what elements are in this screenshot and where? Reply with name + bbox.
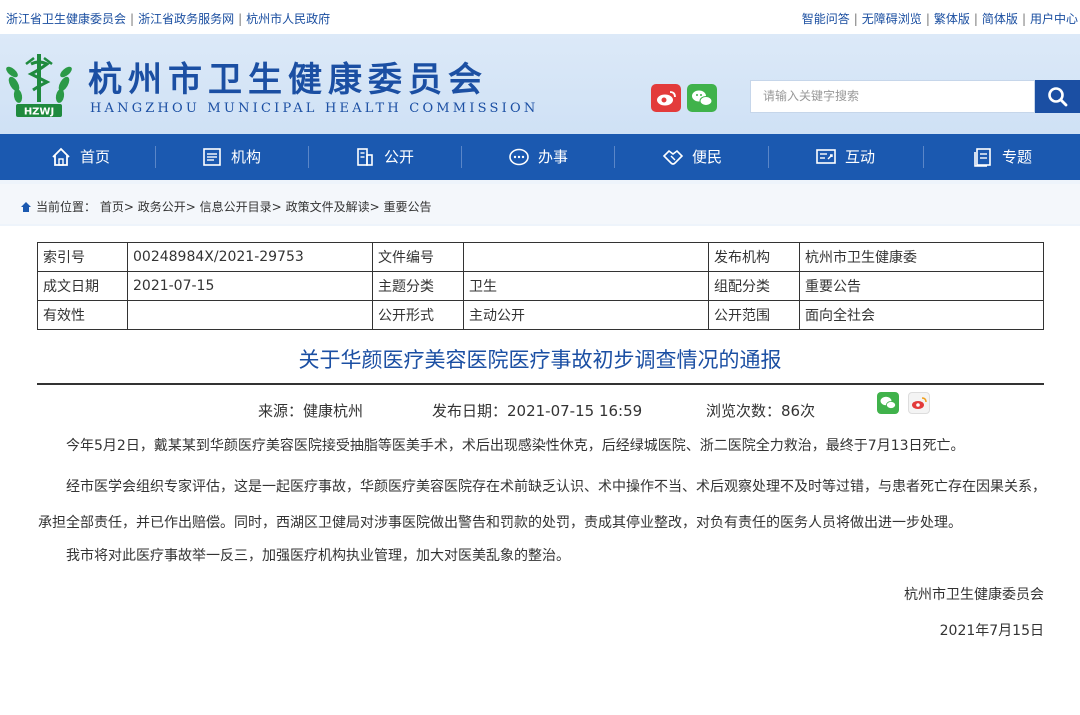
table-row: 有效性 公开形式 主动公开 公开范围 面向全社会 [37, 300, 1044, 330]
topic-icon [974, 148, 991, 167]
home-icon [52, 147, 70, 166]
meta-label: 成文日期 [37, 271, 128, 301]
table-row: 成文日期 2021-07-15 主题分类 卫生 组配分类 重要公告 [37, 271, 1044, 301]
breadcrumb-announcement[interactable]: 重要公告 [383, 200, 431, 214]
article-signature-date: 2021年7月15日 [939, 623, 1044, 639]
article-views: 浏览次数：86次 [706, 402, 816, 420]
meta-label: 公开范围 [708, 300, 800, 330]
meta-value [127, 300, 373, 330]
link-simplified[interactable]: 简体版 [982, 12, 1018, 26]
breadcrumb-home[interactable]: 首页 [100, 200, 124, 214]
share-weibo-icon[interactable] [908, 392, 930, 414]
article-paragraph: 我市将对此医疗事故举一反三，加强医疗机构执业管理，加大对医美乱象的整治。 [66, 548, 570, 564]
link-traditional[interactable]: 繁体版 [934, 12, 970, 26]
link-zhejiang-gov-service[interactable]: 浙江省政务服务网 [138, 12, 234, 26]
chat-icon [509, 148, 529, 166]
search-icon [1048, 87, 1068, 107]
site-subtitle: HANGZHOU MUNICIPAL HEALTH COMMISSION [90, 101, 539, 116]
site-header: HZWJ 杭州市卫生健康委员会 HANGZHOU MUNICIPAL HEALT… [0, 34, 1080, 134]
meta-value: 面向全社会 [799, 300, 1044, 330]
share-wechat-icon[interactable] [877, 392, 899, 414]
link-hangzhou-gov[interactable]: 杭州市人民政府 [246, 12, 330, 26]
meta-label: 组配分类 [708, 271, 800, 301]
nav-divider [614, 146, 615, 168]
article-publish-date: 发布日期：2021-07-15 16:59 [432, 402, 643, 420]
breadcrumb-info-directory[interactable]: 信息公开目录 [200, 200, 272, 214]
meta-label: 索引号 [37, 242, 128, 272]
link-smart-qa[interactable]: 智能问答 [802, 12, 850, 26]
site-title[interactable]: 杭州市卫生健康委员会 [88, 52, 488, 101]
nav-divider [768, 146, 769, 168]
meta-value: 重要公告 [799, 271, 1044, 301]
article-paragraph: 经市医学会组织专家评估，这是一起医疗事故，华颜医疗美容医院存在术前缺乏认识、术中… [38, 479, 1046, 531]
article-paragraph: 今年5月2日，戴某某到华颜医疗美容医院接受抽脂等医美手术，术后出现感染性休克，后… [66, 438, 965, 454]
article-title: 关于华颜医疗美容医院医疗事故初步调查情况的通报 [298, 348, 782, 372]
breadcrumb-prefix: 当前位置： [36, 200, 97, 214]
search-button[interactable] [1035, 80, 1080, 113]
meta-value: 主动公开 [463, 300, 709, 330]
top-utility-bar: 浙江省卫生健康委员会 | 浙江省政务服务网 | 杭州市人民政府 智能问答 | 无障碍浏览 | 繁… [0, 0, 1080, 34]
link-user-center[interactable]: 用户中心 [1030, 12, 1078, 26]
main-nav: 首页 机构 公开 办事 便民 互动 专题 [0, 134, 1080, 180]
hzwj-logo-icon[interactable]: HZWJ [4, 50, 74, 120]
meta-label: 发布机构 [708, 242, 800, 272]
utility-links: 智能问答 | 无障碍浏览 | 繁体版 | 简体版 | 用户中心 [801, 12, 1078, 26]
article-content: 索引号 00248984X/2021-29753 文件编号 发布机构 杭州市卫生… [0, 226, 1080, 715]
meta-value: 00248984X/2021-29753 [127, 242, 373, 272]
meta-value: 杭州市卫生健康委 [799, 242, 1044, 272]
nav-divider [308, 146, 309, 168]
meta-label: 文件编号 [372, 242, 464, 272]
interaction-icon [816, 149, 836, 164]
meta-value: 卫生 [463, 271, 709, 301]
breadcrumb-policy[interactable]: 政策文件及解读 [286, 200, 370, 214]
article-source: 来源：健康杭州 [258, 402, 364, 420]
nav-divider [923, 146, 924, 168]
nav-divider [155, 146, 156, 168]
meta-value: 2021-07-15 [127, 271, 373, 301]
meta-label: 有效性 [37, 300, 128, 330]
meta-label: 公开形式 [372, 300, 464, 330]
article-signature: 杭州市卫生健康委员会 [904, 587, 1044, 603]
link-accessibility[interactable]: 无障碍浏览 [862, 12, 922, 26]
meta-label: 主题分类 [372, 271, 464, 301]
breadcrumb: 当前位置： 首页> 政务公开> 信息公开目录> 政策文件及解读> 重要公告 [0, 184, 1080, 224]
meta-value [463, 242, 709, 272]
link-zhejiang-health[interactable]: 浙江省卫生健康委员会 [6, 12, 126, 26]
search-input[interactable]: 请输入关键字搜索 [750, 80, 1035, 113]
location-home-icon [21, 202, 31, 212]
table-row: 索引号 00248984X/2021-29753 文件编号 发布机构 杭州市卫生… [37, 242, 1044, 272]
related-links: 浙江省卫生健康委员会 | 浙江省政务服务网 | 杭州市人民政府 [6, 12, 331, 26]
nav-divider [461, 146, 462, 168]
institution-icon [203, 148, 221, 166]
handshake-icon [662, 149, 684, 165]
wechat-icon[interactable] [687, 84, 717, 112]
weibo-icon[interactable] [651, 84, 681, 112]
title-divider [37, 383, 1044, 385]
document-meta-table: 索引号 00248984X/2021-29753 文件编号 发布机构 杭州市卫生… [37, 242, 1044, 330]
breadcrumb-gov-open[interactable]: 政务公开 [138, 200, 186, 214]
building-icon [357, 148, 373, 166]
svg-text:HZWJ: HZWJ [24, 107, 54, 118]
